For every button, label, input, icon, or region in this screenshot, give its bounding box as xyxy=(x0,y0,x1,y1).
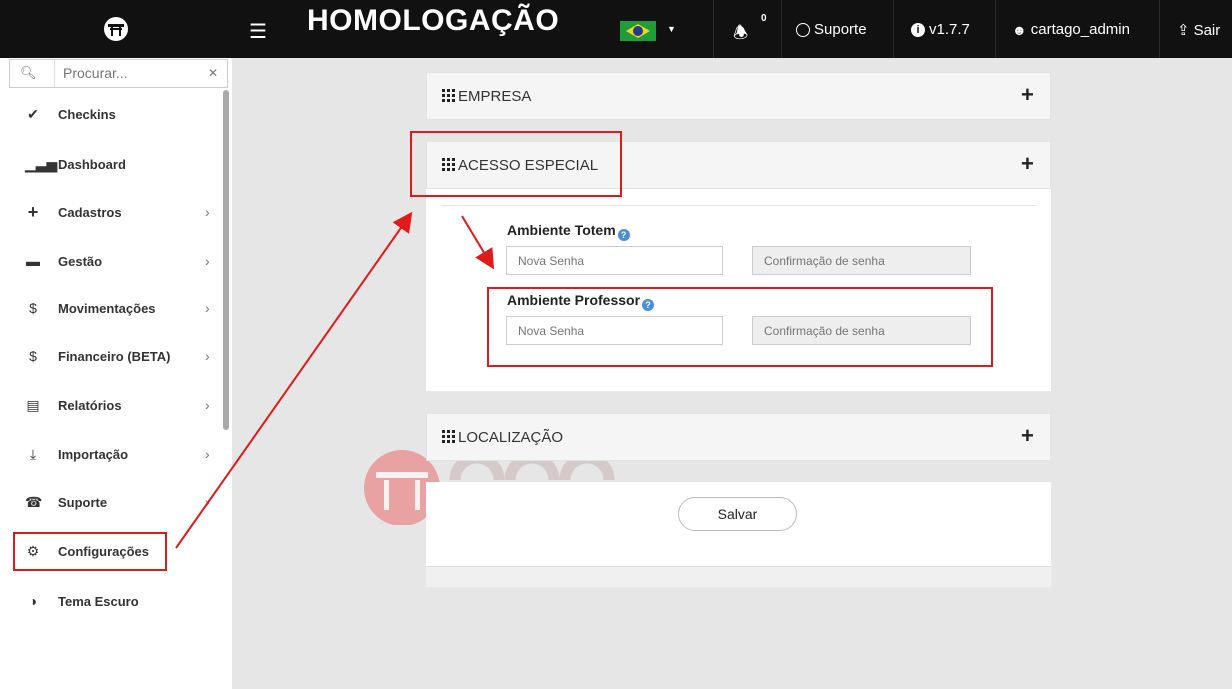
upload-icon: ⇪ xyxy=(1177,22,1190,39)
annotation-box-configuracoes xyxy=(13,532,167,571)
sidebar-item-label: Relatórios xyxy=(58,397,122,413)
panel-localizacao-header[interactable]: LOCALIZAÇÃO + xyxy=(426,413,1051,461)
list-icon: ▤ xyxy=(26,396,40,413)
bar-chart-icon: ▁▃▅ xyxy=(25,155,58,172)
navbar-divider xyxy=(995,0,996,58)
user-icon: ☻ xyxy=(1012,21,1027,38)
top-navbar: ☰ HOMOLOGAÇÃO ▼ 🕭 0 Suporte i v1.7.7 ☻ c… xyxy=(0,0,1232,58)
logout-link[interactable]: ⇪ Sair xyxy=(1177,21,1221,40)
totem-confirm-password-input[interactable] xyxy=(752,246,971,275)
chevron-right-icon: › xyxy=(205,494,210,510)
sidebar-item-checkins[interactable]: ✔ Checkins xyxy=(0,94,232,134)
support-label: Suporte xyxy=(814,21,867,38)
sidebar-item-label: Tema Escuro xyxy=(58,593,139,609)
plus-icon: + xyxy=(27,201,39,222)
expand-plus-icon[interactable]: + xyxy=(1021,423,1034,449)
search-divider xyxy=(54,60,55,87)
sidebar-item-dashboard[interactable]: ▁▃▅ Dashboard xyxy=(0,144,232,184)
check-icon: ✔ xyxy=(27,105,39,122)
sidebar-item-importacao[interactable]: ⤓ Importação › xyxy=(0,434,232,474)
sidebar-item-relatorios[interactable]: ▤ Relatórios › xyxy=(0,385,232,425)
user-menu[interactable]: ☻ cartago_admin xyxy=(1012,21,1130,38)
search-input[interactable] xyxy=(63,64,193,82)
totem-new-password-input[interactable] xyxy=(506,246,723,275)
navbar-divider xyxy=(713,0,714,58)
totem-field-label: Ambiente Totem? xyxy=(507,222,630,241)
briefcase-icon: ▬ xyxy=(26,253,40,269)
sidebar-item-label: Gestão xyxy=(58,253,103,269)
expand-plus-icon[interactable]: + xyxy=(1021,151,1034,177)
sidebar-item-label: Cadastros xyxy=(58,204,122,220)
sidebar-search: 🔍︎ ✕ xyxy=(9,59,228,88)
sidebar-item-suporte[interactable]: ☎ Suporte › xyxy=(0,482,232,522)
sidebar-item-movimentacoes[interactable]: $ Movimentações › xyxy=(0,288,232,328)
sidebar-item-financeiro[interactable]: $ Financeiro (BETA) › xyxy=(0,336,232,376)
grid-icon xyxy=(442,89,455,102)
save-button[interactable]: Salvar xyxy=(678,497,797,531)
brazil-flag-icon[interactable] xyxy=(620,21,656,41)
grid-icon xyxy=(442,430,455,443)
search-icon: 🔍︎ xyxy=(20,65,37,80)
chevron-right-icon: › xyxy=(205,204,210,220)
clear-search-icon[interactable]: ✕ xyxy=(208,66,218,80)
navbar-divider xyxy=(893,0,894,58)
sidebar-item-tema-escuro[interactable]: ◑ Tema Escuro xyxy=(0,581,232,621)
support-link[interactable]: Suporte xyxy=(796,21,867,38)
panel-empresa-header[interactable]: EMPRESA + xyxy=(426,72,1051,120)
version-link[interactable]: i v1.7.7 xyxy=(911,21,970,38)
help-icon[interactable]: ? xyxy=(617,229,630,241)
panel-footer xyxy=(426,566,1051,587)
totem-label: Ambiente Totem xyxy=(507,222,616,238)
panel-title: LOCALIZAÇÃO xyxy=(458,429,564,446)
expand-plus-icon[interactable]: + xyxy=(1021,82,1034,108)
chevron-right-icon: › xyxy=(205,253,210,269)
chevron-right-icon: › xyxy=(205,397,210,413)
panel-divider xyxy=(441,205,1036,206)
sidebar-item-label: Dashboard xyxy=(58,156,126,172)
sidebar-item-gestao[interactable]: ▬ Gestão › xyxy=(0,241,232,281)
user-label: cartago_admin xyxy=(1030,21,1130,38)
sidebar-item-label: Importação xyxy=(58,446,129,462)
phone-icon: ☎ xyxy=(25,493,43,510)
version-label: v1.7.7 xyxy=(929,21,970,38)
import-icon: ⤓ xyxy=(29,445,37,462)
sidebar-item-label: Financeiro (BETA) xyxy=(58,348,171,364)
sidebar-item-label: Suporte xyxy=(58,494,108,510)
half-circle-icon: ◑ xyxy=(28,593,38,609)
annotation-box-acesso-especial xyxy=(410,131,622,197)
whatsapp-icon xyxy=(796,22,810,37)
torii-logo-icon xyxy=(104,17,128,41)
chevron-right-icon: › xyxy=(205,300,210,316)
dollar-icon: $ xyxy=(29,348,37,364)
logout-label: Sair xyxy=(1193,21,1221,39)
sidebar-item-cadastros[interactable]: + Cadastros › xyxy=(0,192,232,232)
dollar-icon: $ xyxy=(29,300,37,316)
environment-title: HOMOLOGAÇÃO xyxy=(307,4,560,37)
info-icon: i xyxy=(911,22,925,37)
navbar-divider xyxy=(781,0,782,58)
app-logo[interactable] xyxy=(0,0,232,58)
chevron-right-icon: › xyxy=(205,348,210,364)
annotation-box-ambiente-professor xyxy=(487,287,993,367)
sidebar-item-label: Movimentações xyxy=(58,300,156,316)
language-caret-icon[interactable]: ▼ xyxy=(667,24,676,34)
notification-bell-icon[interactable]: 🕭 xyxy=(733,20,748,49)
chevron-right-icon: › xyxy=(205,446,210,462)
notification-count: 0 xyxy=(761,13,767,24)
navbar-divider xyxy=(1159,0,1160,58)
panel-title: EMPRESA xyxy=(458,88,532,105)
sidebar-item-label: Checkins xyxy=(58,106,116,122)
hamburger-menu-icon[interactable]: ☰ xyxy=(249,19,267,44)
